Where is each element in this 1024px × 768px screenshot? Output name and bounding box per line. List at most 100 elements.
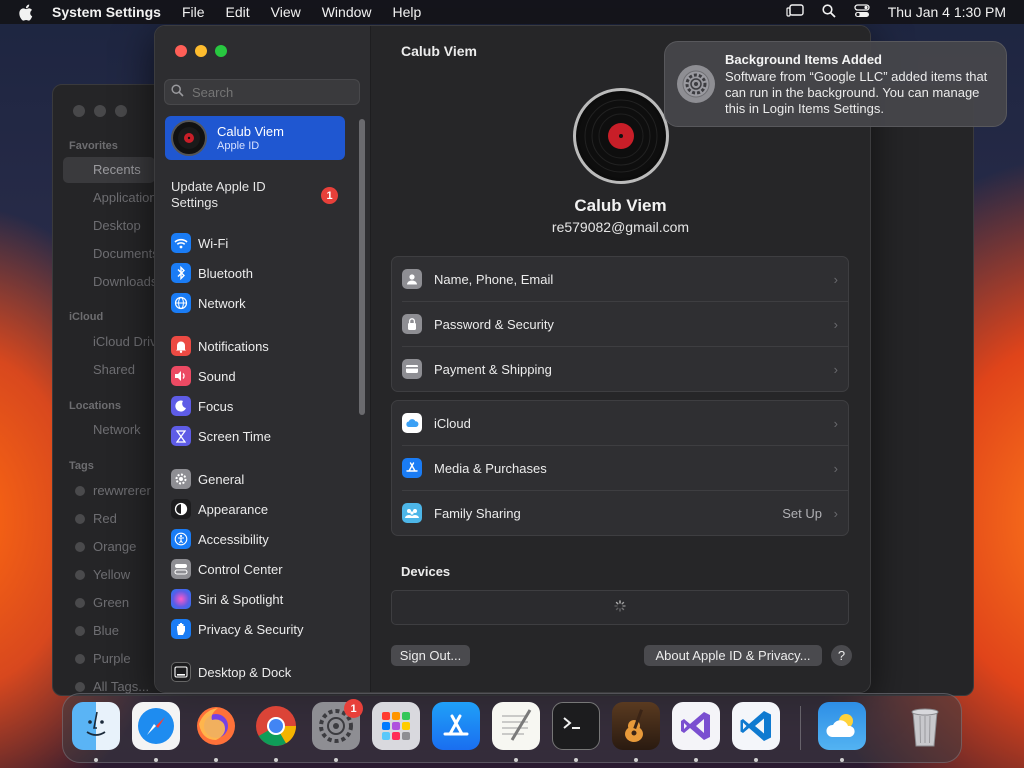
sidebar-item-focus[interactable]: Focus	[171, 395, 233, 417]
textedit-icon[interactable]	[492, 702, 540, 750]
sidebar-item-desktop-dock[interactable]: Desktop & Dock	[171, 661, 291, 683]
finder-section-locations: Locations	[69, 400, 121, 412]
sidebar-item-sound[interactable]: Sound	[171, 365, 236, 387]
settings-sidebar: Calub Viem Apple ID Update Apple ID Sett…	[155, 26, 371, 692]
tag-dot	[75, 542, 85, 552]
row-password-security[interactable]: Password & Security ›	[402, 301, 848, 346]
finder-tag-all[interactable]: All Tags...	[93, 679, 149, 694]
menu-window[interactable]: Window	[322, 4, 372, 20]
row-payment-shipping[interactable]: Payment & Shipping ›	[402, 346, 848, 391]
row-icloud[interactable]: iCloud ›	[392, 401, 848, 445]
gear-icon	[677, 65, 715, 103]
sidebar-item-bluetooth[interactable]: Bluetooth	[171, 262, 253, 284]
sidebar-item-wifi[interactable]: Wi-Fi	[171, 232, 228, 254]
trash-icon[interactable]	[903, 702, 947, 750]
finder-item-network[interactable]: Network	[93, 422, 141, 437]
row-media-purchases[interactable]: Media & Purchases ›	[402, 445, 848, 490]
safari-icon[interactable]	[132, 702, 180, 750]
sidebar-item-notifications[interactable]: Notifications	[171, 335, 269, 357]
finder-icon[interactable]	[72, 702, 120, 750]
sidebar-item-update-apple-id[interactable]: Update Apple ID Settings	[171, 179, 291, 211]
minimize-button[interactable]	[195, 45, 207, 57]
row-name-phone-email[interactable]: Name, Phone, Email ›	[392, 257, 848, 301]
sidebar-item-label: Bluetooth	[198, 265, 253, 281]
sidebar-item-network[interactable]: Network	[171, 292, 246, 314]
finder-close-button[interactable]	[73, 105, 85, 117]
app-store-icon	[402, 458, 422, 478]
sidebar-scrollbar[interactable]	[359, 119, 365, 415]
finder-minimize-button[interactable]	[94, 105, 106, 117]
weather-icon[interactable]	[818, 702, 866, 750]
sidebar-item-screen-time[interactable]: Screen Time	[171, 425, 271, 447]
notification-title: Background Items Added	[725, 52, 882, 67]
sidebar-item-privacy-security[interactable]: Privacy & Security	[171, 618, 303, 640]
about-apple-id-privacy-button[interactable]: About Apple ID & Privacy...	[644, 645, 822, 666]
finder-section-tags: Tags	[69, 460, 94, 472]
sidebar-item-control-center[interactable]: Control Center	[171, 558, 283, 580]
siri-icon	[171, 589, 191, 609]
finder-tag-rewwrerer[interactable]: rewwrerer	[93, 483, 151, 498]
sign-out-button[interactable]: Sign Out...	[391, 645, 470, 666]
row-label: Media & Purchases	[434, 460, 547, 476]
garageband-icon[interactable]	[612, 702, 660, 750]
notification-banner[interactable]: Background Items Added Software from “Go…	[664, 41, 1007, 127]
finder-item-documents[interactable]: Documents	[93, 246, 159, 261]
finder-tag-red[interactable]: Red	[93, 511, 117, 526]
finder-item-recents[interactable]: Recents	[93, 162, 141, 177]
sidebar-item-accessibility[interactable]: Accessibility	[171, 528, 269, 550]
launchpad-icon[interactable]	[372, 702, 420, 750]
menu-help[interactable]: Help	[393, 4, 422, 20]
spotlight-search-icon[interactable]	[822, 3, 836, 21]
chevron-right-icon: ›	[833, 415, 838, 431]
finder-tag-yellow[interactable]: Yellow	[93, 567, 130, 582]
devices-heading: Devices	[401, 564, 451, 579]
sidebar-item-siri-spotlight[interactable]: Siri & Spotlight	[171, 588, 283, 610]
stage-manager-icon[interactable]	[786, 3, 804, 21]
sidebar-item-general[interactable]: General	[171, 468, 244, 490]
apple-menu-icon[interactable]	[18, 4, 36, 21]
sidebar-item-appearance[interactable]: Appearance	[171, 498, 268, 520]
update-badge: 1	[321, 187, 338, 204]
close-button[interactable]	[175, 45, 187, 57]
control-center-icon[interactable]	[854, 3, 870, 21]
profile-avatar[interactable]	[573, 88, 669, 184]
menu-clock[interactable]: Thu Jan 4 1:30 PM	[888, 4, 1006, 20]
finder-item-shared[interactable]: Shared	[93, 362, 135, 377]
profile-name: Calub Viem	[574, 196, 667, 215]
visual-studio-icon[interactable]	[672, 702, 720, 750]
family-sharing-status: Set Up	[782, 505, 822, 521]
chrome-icon[interactable]	[252, 702, 300, 750]
menu-edit[interactable]: Edit	[226, 4, 250, 20]
finder-tag-green[interactable]: Green	[93, 595, 129, 610]
sidebar-item-label: Privacy & Security	[198, 621, 304, 637]
finder-zoom-button[interactable]	[115, 105, 127, 117]
finder-item-downloads[interactable]: Downloads	[93, 274, 157, 289]
firefox-icon[interactable]	[192, 702, 240, 750]
dock-icon	[171, 662, 191, 682]
dock-separator	[800, 706, 801, 750]
bell-icon	[171, 336, 191, 356]
menu-app-name[interactable]: System Settings	[52, 4, 161, 20]
help-button[interactable]: ?	[831, 645, 852, 666]
globe-icon	[171, 293, 191, 313]
profile-email: re579082@gmail.com	[551, 219, 690, 235]
zoom-button[interactable]	[215, 45, 227, 57]
running-indicator	[214, 758, 218, 762]
finder-item-desktop[interactable]: Desktop	[93, 218, 141, 233]
vscode-icon[interactable]	[732, 702, 780, 750]
search-input[interactable]	[190, 83, 354, 101]
sidebar-search[interactable]	[164, 79, 360, 105]
sidebar-item-apple-id[interactable]: Calub Viem Apple ID	[165, 116, 345, 160]
finder-tag-blue[interactable]: Blue	[93, 623, 119, 638]
finder-tag-orange[interactable]: Orange	[93, 539, 136, 554]
tag-dot	[75, 626, 85, 636]
row-family-sharing[interactable]: Family Sharing Set Up ›	[402, 490, 848, 535]
menu-file[interactable]: File	[182, 4, 205, 20]
finder-tag-purple[interactable]: Purple	[93, 651, 131, 666]
finder-item-applications[interactable]: Applications	[93, 190, 163, 205]
terminal-icon[interactable]	[552, 702, 600, 750]
app-store-dock-icon[interactable]	[432, 702, 480, 750]
menu-view[interactable]: View	[271, 4, 301, 20]
dock: 1	[62, 693, 962, 763]
running-indicator	[634, 758, 638, 762]
